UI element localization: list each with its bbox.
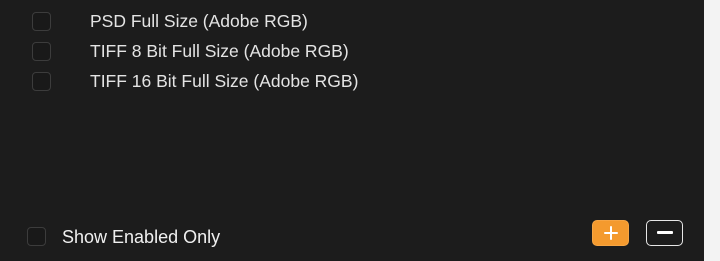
list-item[interactable]: TIFF 16 Bit Full Size (Adobe RGB)	[0, 68, 704, 98]
format-label: TIFF 16 Bit Full Size (Adobe RGB)	[90, 71, 359, 91]
plus-icon	[603, 226, 618, 240]
add-button[interactable]	[592, 220, 629, 246]
window-edge	[704, 0, 720, 261]
list-item[interactable]: TIFF 8 Bit Full Size (Adobe RGB)	[0, 38, 704, 68]
bottom-toolbar: Show Enabled Only	[0, 220, 704, 256]
format-checkbox[interactable]	[32, 72, 51, 91]
format-checkbox[interactable]	[32, 12, 51, 31]
show-enabled-label[interactable]: Show Enabled Only	[62, 226, 220, 248]
export-formats-panel: PSD Full Size (Adobe RGB) TIFF 8 Bit Ful…	[0, 0, 704, 261]
show-enabled-checkbox[interactable]	[27, 227, 46, 246]
format-label: TIFF 8 Bit Full Size (Adobe RGB)	[90, 41, 349, 61]
remove-button[interactable]	[646, 220, 683, 246]
format-label: PSD Full Size (Adobe RGB)	[90, 11, 308, 31]
list-item[interactable]: PSD Full Size (Adobe RGB)	[0, 8, 704, 38]
minus-icon	[656, 231, 673, 235]
format-checkbox[interactable]	[32, 42, 51, 61]
